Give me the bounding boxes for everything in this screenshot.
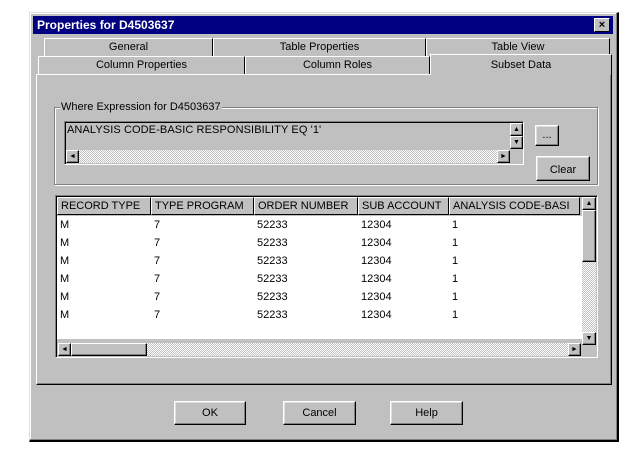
table-cell: 52233 bbox=[257, 219, 288, 231]
arrow-up-icon: ▲ bbox=[585, 200, 593, 207]
grid-header: RECORD TYPE TYPE PROGRAM ORDER NUMBER SU… bbox=[57, 197, 580, 215]
table-cell: 7 bbox=[154, 255, 161, 267]
expr-scroll-down-button[interactable]: ▼ bbox=[510, 136, 523, 149]
expr-scroll-right-button[interactable]: ► bbox=[497, 150, 510, 163]
table-cell: M bbox=[60, 309, 70, 321]
table-cell: 12304 bbox=[361, 273, 392, 285]
tab-table-properties[interactable]: Table Properties bbox=[213, 38, 426, 56]
cancel-button[interactable]: Cancel bbox=[283, 401, 356, 425]
table-cell: 1 bbox=[452, 219, 459, 231]
table-row[interactable]: M 7 52233 12304 1 bbox=[57, 216, 582, 234]
table-cell: 12304 bbox=[361, 309, 392, 321]
tab-label: General bbox=[108, 41, 149, 53]
table-cell: M bbox=[60, 273, 70, 285]
subset-data-grid: RECORD TYPE TYPE PROGRAM ORDER NUMBER SU… bbox=[55, 195, 598, 358]
grid-horizontal-scroll-track[interactable] bbox=[147, 343, 568, 356]
table-row[interactable]: M 7 52233 12304 1 bbox=[57, 234, 582, 252]
table-cell: 7 bbox=[154, 237, 161, 249]
table-cell: 1 bbox=[452, 273, 459, 285]
table-row[interactable]: M 7 52233 12304 1 bbox=[57, 252, 582, 270]
close-icon: × bbox=[598, 19, 606, 31]
table-cell: 12304 bbox=[361, 237, 392, 249]
tab-column-roles[interactable]: Column Roles bbox=[245, 56, 430, 74]
table-cell: 52233 bbox=[257, 291, 288, 303]
column-header-type-program[interactable]: TYPE PROGRAM bbox=[151, 197, 254, 215]
where-expression-label: Where Expression for D4503637 bbox=[60, 101, 222, 113]
grid-vertical-scroll-thumb[interactable] bbox=[582, 210, 596, 262]
arrow-down-icon: ▼ bbox=[513, 139, 520, 146]
help-button[interactable]: Help bbox=[390, 401, 463, 425]
tab-subset-data[interactable]: Subset Data bbox=[430, 54, 612, 75]
arrow-right-icon: ► bbox=[571, 346, 578, 353]
grid-scroll-right-button[interactable]: ► bbox=[568, 343, 581, 356]
arrow-left-icon: ◄ bbox=[61, 346, 68, 353]
table-cell: M bbox=[60, 291, 70, 303]
column-header-record-type[interactable]: RECORD TYPE bbox=[57, 197, 151, 215]
table-cell: 1 bbox=[452, 255, 459, 267]
where-expression-text: ANALYSIS CODE-BASIC RESPONSIBILITY EQ '1… bbox=[67, 124, 322, 136]
table-cell: M bbox=[60, 255, 70, 267]
tab-label: Column Properties bbox=[95, 59, 188, 71]
clear-button[interactable]: Clear bbox=[536, 156, 590, 181]
table-cell: 1 bbox=[452, 309, 459, 321]
grid-vertical-scroll-track[interactable] bbox=[582, 262, 596, 332]
ellipsis-label: ... bbox=[542, 129, 552, 141]
table-cell: M bbox=[60, 237, 70, 249]
ok-label: OK bbox=[202, 407, 218, 419]
clear-label: Clear bbox=[549, 164, 577, 176]
table-cell: M bbox=[60, 219, 70, 231]
table-cell: 52233 bbox=[257, 309, 288, 321]
column-header-order-number[interactable]: ORDER NUMBER bbox=[254, 197, 358, 215]
arrow-right-icon: ► bbox=[500, 153, 507, 160]
table-cell: 7 bbox=[154, 219, 161, 231]
grid-scroll-down-button[interactable]: ▼ bbox=[582, 332, 596, 345]
arrow-up-icon: ▲ bbox=[513, 126, 520, 133]
table-cell: 12304 bbox=[361, 255, 392, 267]
expr-scroll-left-button[interactable]: ◄ bbox=[66, 150, 79, 163]
table-cell: 1 bbox=[452, 237, 459, 249]
cancel-label: Cancel bbox=[302, 407, 337, 419]
table-cell: 12304 bbox=[361, 219, 392, 231]
table-cell: 12304 bbox=[361, 291, 392, 303]
grid-horizontal-scroll-thumb[interactable] bbox=[71, 343, 147, 356]
close-button[interactable]: × bbox=[594, 18, 610, 32]
table-cell: 1 bbox=[452, 291, 459, 303]
tab-label: Subset Data bbox=[490, 59, 552, 71]
arrow-down-icon: ▼ bbox=[585, 335, 593, 342]
table-cell: 52233 bbox=[257, 255, 288, 267]
expr-scroll-up-button[interactable]: ▲ bbox=[510, 123, 523, 136]
title-bar: Properties for D4503637 × bbox=[33, 16, 613, 34]
dialog-title: Properties for D4503637 bbox=[37, 18, 175, 32]
tab-column-properties[interactable]: Column Properties bbox=[38, 56, 245, 74]
column-header-analysis-code[interactable]: ANALYSIS CODE-BASI bbox=[449, 197, 580, 215]
grid-scroll-up-button[interactable]: ▲ bbox=[582, 197, 596, 210]
expression-builder-button[interactable]: ... bbox=[535, 125, 559, 146]
table-cell: 7 bbox=[154, 273, 161, 285]
table-row[interactable]: M 7 52233 12304 1 bbox=[57, 288, 582, 306]
expr-horizontal-scroll-track[interactable] bbox=[79, 150, 497, 163]
arrow-left-icon: ◄ bbox=[69, 153, 76, 160]
help-label: Help bbox=[415, 407, 438, 419]
column-header-sub-account[interactable]: SUB ACCOUNT bbox=[358, 197, 449, 215]
tab-label: Table Properties bbox=[279, 41, 360, 53]
table-cell: 52233 bbox=[257, 273, 288, 285]
table-cell: 7 bbox=[154, 309, 161, 321]
grid-scroll-left-button[interactable]: ◄ bbox=[58, 343, 71, 356]
tab-general[interactable]: General bbox=[44, 38, 213, 56]
table-cell: 7 bbox=[154, 291, 161, 303]
table-cell: 52233 bbox=[257, 237, 288, 249]
tab-label: Table View bbox=[491, 41, 545, 53]
grid-body: M 7 52233 12304 1 M 7 52233 12304 1 M 7 … bbox=[57, 216, 582, 339]
ok-button[interactable]: OK bbox=[174, 401, 246, 425]
table-row[interactable]: M 7 52233 12304 1 bbox=[57, 270, 582, 288]
tab-label: Column Roles bbox=[302, 59, 373, 71]
table-row[interactable]: M 7 52233 12304 1 bbox=[57, 306, 582, 324]
